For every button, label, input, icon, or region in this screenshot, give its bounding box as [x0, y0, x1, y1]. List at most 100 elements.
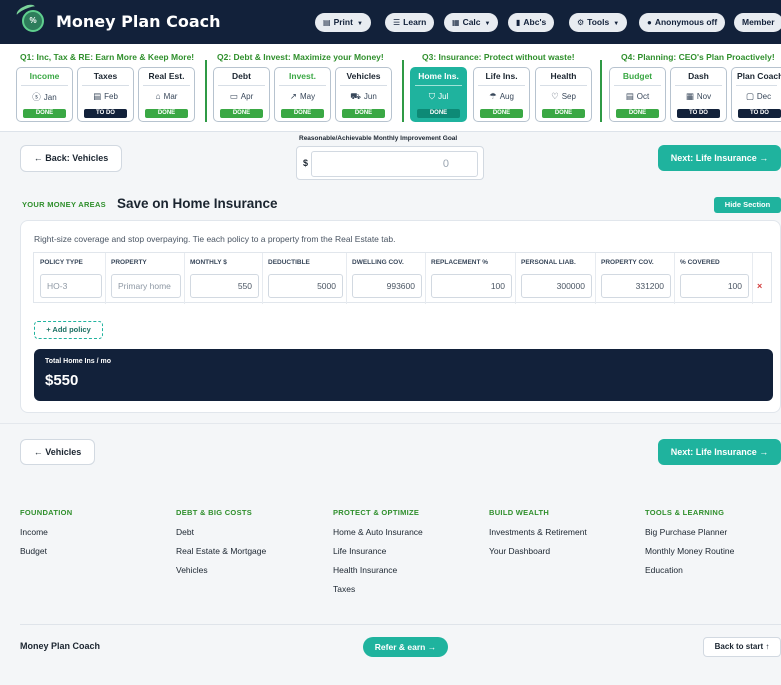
footer-link-life-insurance[interactable]: Life Insurance	[333, 546, 423, 556]
back-vehicles-bottom-button[interactable]: ← Vehicles	[20, 439, 95, 465]
brand-title[interactable]: Money Plan Coach	[56, 12, 221, 31]
liability-input[interactable]: 300000	[521, 274, 592, 298]
col-divider	[105, 253, 106, 304]
card-title: Life Ins.	[485, 71, 518, 81]
chevron-down-icon: ▼	[356, 21, 363, 27]
month-card-life-insurance[interactable]: Life Ins. ☂ Aug DONE	[473, 67, 530, 122]
logo-icon[interactable]: %	[22, 10, 44, 32]
card-divider	[340, 85, 387, 86]
document-icon: ▤	[93, 91, 102, 101]
status-dot-icon: ●	[647, 18, 652, 27]
footer-link-taxes[interactable]: Taxes	[333, 584, 423, 594]
month-card-plan-coach[interactable]: Plan Coach ▢ Dec TO DO	[731, 67, 781, 122]
month-card-debt[interactable]: Debt ▭ Apr DONE	[213, 67, 270, 122]
card-month: ♡ Sep	[536, 91, 591, 102]
col-divider	[752, 253, 753, 304]
next-life-insurance-button[interactable]: Next: Life Insurance →	[658, 145, 781, 171]
card-title: Vehicles	[346, 71, 381, 81]
back-to-start-button[interactable]: Back to start ↑	[703, 637, 781, 657]
print-button[interactable]: ▤ Print ▼	[315, 13, 371, 32]
month-label: Feb	[104, 92, 118, 101]
credit-card-icon: ▭	[229, 91, 238, 101]
print-label: Print	[333, 17, 353, 27]
footer-link-real-estate[interactable]: Real Estate & Mortgage	[176, 546, 266, 556]
dollar-circle-icon: ⓢ	[32, 92, 41, 102]
status-badge: DONE	[281, 109, 324, 118]
month-card-budget[interactable]: Budget ▤ Oct DONE	[609, 67, 666, 122]
footer-column-debt: DEBT & BIG COSTS Debt Real Estate & Mort…	[176, 508, 266, 575]
remove-row-icon[interactable]: ×	[757, 281, 762, 291]
goal-input[interactable]: 0	[311, 151, 478, 177]
covered-input[interactable]: 100	[680, 274, 749, 298]
add-policy-button[interactable]: + Add policy	[34, 321, 103, 339]
month-card-vehicles[interactable]: Vehicles ⛟ Jun DONE	[335, 67, 392, 122]
month-card-dash[interactable]: Dash ▦ Nov TO DO	[670, 67, 727, 122]
card-title: Debt	[232, 71, 251, 81]
trend-chart-icon: ↗	[289, 91, 297, 101]
footer-link-dashboard[interactable]: Your Dashboard	[489, 546, 587, 556]
property-select[interactable]: Primary home	[111, 274, 181, 298]
footer-link-home-auto[interactable]: Home & Auto Insurance	[333, 527, 423, 537]
month-card-real-estate[interactable]: Real Est. ⌂ Mar DONE	[138, 67, 195, 122]
month-label: Dec	[756, 92, 772, 101]
month-card-income[interactable]: Income ⓢ Jan DONE	[16, 67, 73, 122]
chevron-down-icon: ▼	[613, 21, 620, 27]
policy-type-input[interactable]: HO-3	[40, 274, 102, 298]
footer-divider	[20, 624, 781, 625]
footer-link-money-routine[interactable]: Monthly Money Routine	[645, 546, 734, 556]
card-divider	[478, 85, 525, 86]
month-card-health[interactable]: Health ♡ Sep DONE	[535, 67, 592, 122]
learn-button[interactable]: ☰ Learn	[385, 13, 435, 32]
chat-icon: ▢	[745, 91, 754, 101]
back-vehicles-button[interactable]: ← Back: Vehicles	[20, 145, 122, 172]
footer-link-health-insurance[interactable]: Health Insurance	[333, 565, 423, 575]
umbrella-icon: ☂	[489, 91, 497, 101]
property-cov-input[interactable]: 331200	[601, 274, 671, 298]
month-label: Apr	[240, 92, 254, 101]
anonymous-toggle[interactable]: ● Anonymous off	[639, 13, 726, 32]
footer-heading: DEBT & BIG COSTS	[176, 508, 253, 517]
card-divider	[82, 85, 129, 86]
col-liability: PERSONAL LIAB.	[521, 259, 576, 266]
shield-icon: ⛉	[428, 91, 436, 101]
abcs-button[interactable]: ▮ Abc's	[508, 13, 555, 32]
card-title: Budget	[622, 71, 653, 81]
footer-link-income[interactable]: Income	[20, 527, 72, 537]
calc-button[interactable]: ▦ Calc ▼	[444, 13, 499, 32]
deductible-input[interactable]: 5000	[268, 274, 343, 298]
card-divider	[143, 85, 190, 86]
hide-section-button[interactable]: Hide Section	[714, 197, 781, 213]
month-card-home-insurance[interactable]: Home Ins. ⛉ Jul DONE	[410, 67, 467, 122]
card-month: ▦ Nov	[671, 91, 726, 102]
footer-brand: Money Plan Coach	[20, 641, 101, 651]
replacement-input[interactable]: 100	[431, 274, 512, 298]
member-button[interactable]: Member	[734, 13, 781, 32]
status-badge: DONE	[542, 109, 585, 118]
member-label: Member	[742, 17, 775, 27]
calculator-icon: ▦	[452, 18, 460, 27]
footer-link-investments[interactable]: Investments & Retirement	[489, 527, 587, 537]
month-card-invest[interactable]: Invest. ↗ May DONE	[274, 67, 331, 122]
total-value: $550	[45, 372, 79, 389]
footer-link-budget[interactable]: Budget	[20, 546, 72, 556]
page-title: Save on Home Insurance	[117, 196, 278, 211]
monthly-input[interactable]: 550	[190, 274, 259, 298]
footer-link-big-purchase[interactable]: Big Purchase Planner	[645, 527, 734, 537]
card-title: Income	[29, 71, 60, 81]
footer-link-education[interactable]: Education	[645, 565, 734, 575]
footer-link-vehicles[interactable]: Vehicles	[176, 565, 266, 575]
col-dwelling: DWELLING COV.	[352, 259, 404, 266]
card-title: Plan Coach	[737, 71, 781, 81]
card-month: ⓢ Jan	[17, 91, 72, 103]
tools-button[interactable]: ⚙ Tools ▼	[569, 13, 628, 32]
card-title: Health	[550, 71, 577, 81]
dwelling-input[interactable]: 993600	[352, 274, 422, 298]
footer-heading: FOUNDATION	[20, 508, 73, 517]
month-card-taxes[interactable]: Taxes ▤ Feb TO DO	[77, 67, 134, 122]
card-title: Real Est.	[148, 71, 185, 81]
next-life-insurance-bottom-button[interactable]: Next: Life Insurance →	[658, 439, 781, 465]
col-covered: % COVERED	[680, 259, 720, 266]
refer-earn-button[interactable]: Refer & earn →	[363, 637, 448, 657]
month-label: May	[300, 92, 316, 101]
footer-link-debt[interactable]: Debt	[176, 527, 266, 537]
